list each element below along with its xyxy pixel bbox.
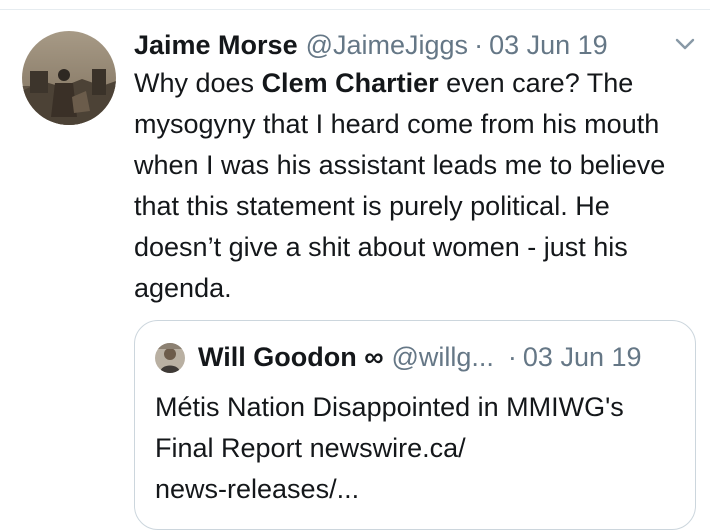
quoted-author-handle: @willg... [391,342,494,372]
tweet-header: Jaime Morse @JaimeJiggs · 03 Jun 19 [134,27,694,63]
chevron-down-icon[interactable] [672,31,698,57]
quoted-tweet-text: Métis Nation Disappointed in MMIWG's Fin… [155,387,685,510]
author-handle[interactable]: @JaimeJiggs [306,30,468,60]
mention-link[interactable]: Clem Chartier [262,68,439,98]
quoted-author-name: Will Goodon ∞ [198,342,384,372]
quoted-text-line: news-releases/... [155,474,360,504]
quoted-tweet-date: 03 Jun 19 [522,342,642,372]
avatar-image [22,31,116,125]
tweet-text-rest: even care? The mysogyny that I heard com… [134,68,666,303]
separator-dot: · [474,30,484,60]
tweet-date[interactable]: 03 Jun 19 [489,30,608,60]
quoted-separator-dot: · [507,342,517,372]
quoted-user-avatar[interactable] [155,343,185,373]
top-divider [0,9,710,10]
tweet-text-start: Why does [134,68,262,98]
quoted-text-line: Final Report newswire.ca/ [155,433,466,463]
quoted-tweet-header: Will Goodon ∞ @willg... · 03 Jun 19 [198,339,688,375]
quoted-avatar-image [155,343,185,373]
quoted-tweet-card[interactable]: Will Goodon ∞ @willg... · 03 Jun 19 Métis N… [134,320,696,530]
tweet-text: Why does Clem Chartier even care? The my… [134,63,694,309]
user-avatar[interactable] [22,31,116,125]
author-name[interactable]: Jaime Morse [134,30,298,60]
quoted-text-line: Métis Nation Disappointed in MMIWG's [155,392,624,422]
